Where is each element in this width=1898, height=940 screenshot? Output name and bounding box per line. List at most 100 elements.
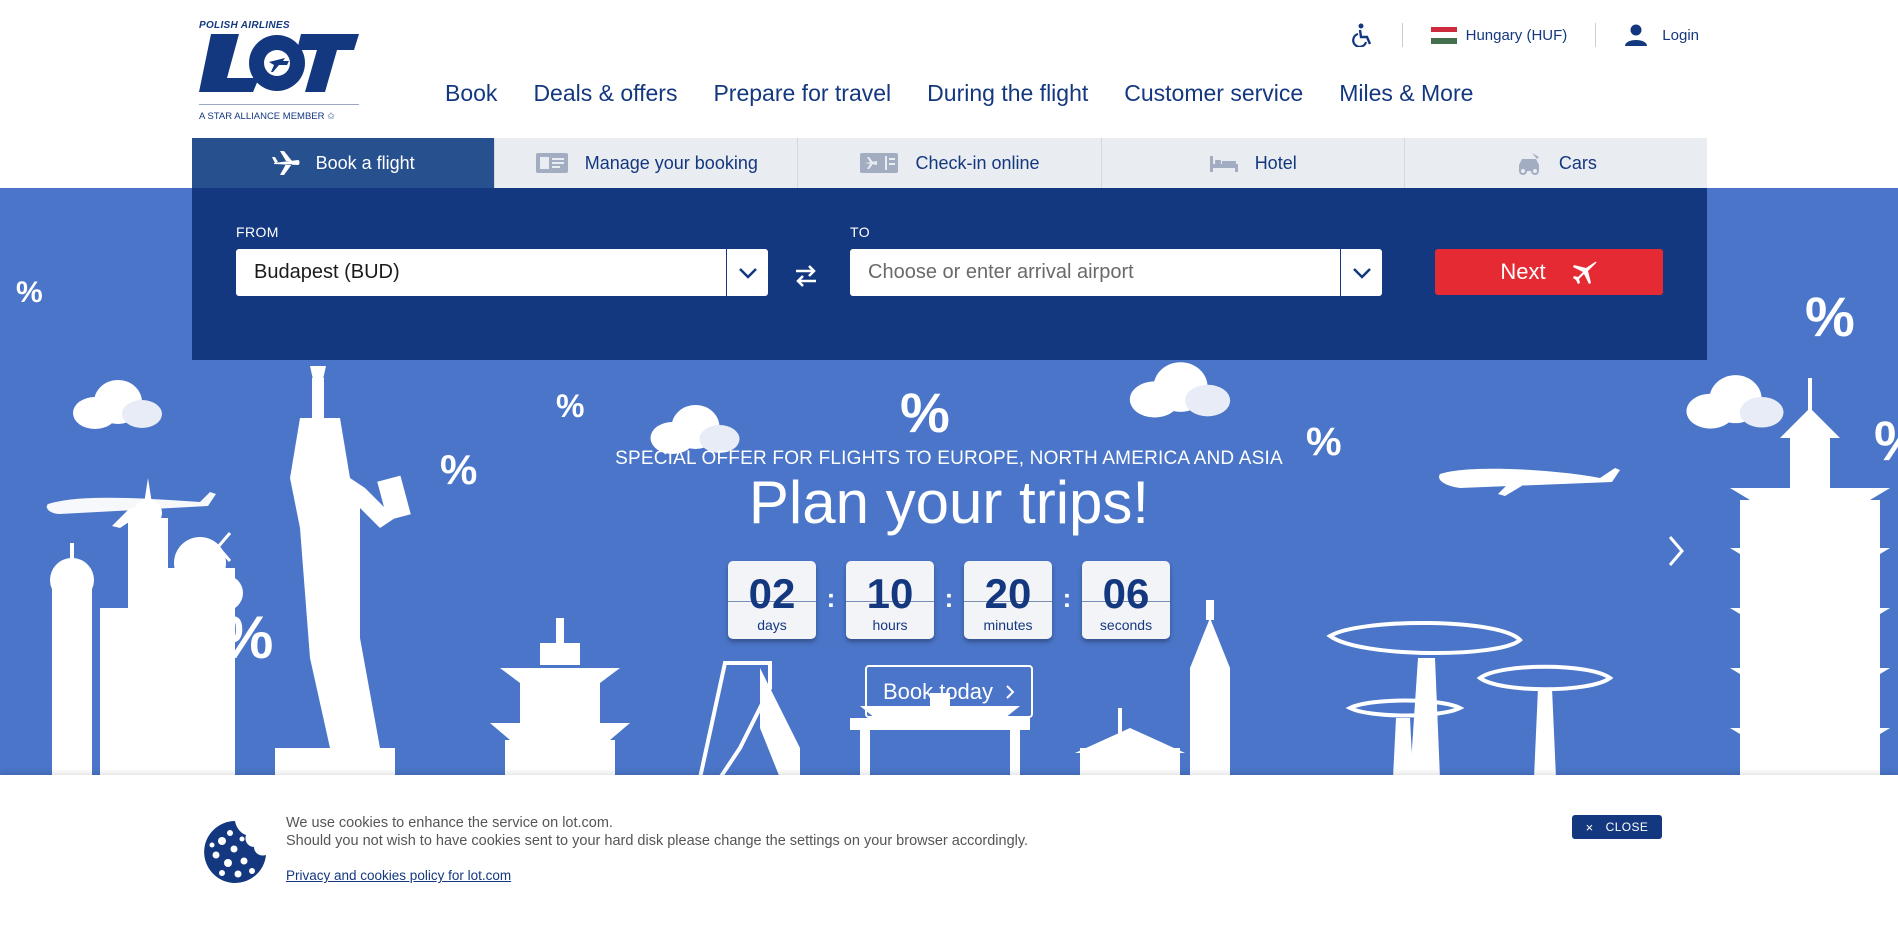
divider <box>728 601 816 602</box>
bed-icon <box>1209 154 1239 172</box>
tab-label: Hotel <box>1254 152 1297 173</box>
tab-hotel[interactable]: Hotel <box>1102 138 1405 188</box>
region-selector[interactable]: Hungary (HUF) <box>1430 26 1568 44</box>
countdown-minutes: 20 minutes <box>964 561 1052 639</box>
tab-cars[interactable]: Cars <box>1405 138 1707 188</box>
swap-airports-button[interactable] <box>792 262 820 295</box>
countdown-value: 06 <box>1102 570 1150 617</box>
countdown-separator: : <box>1062 583 1072 613</box>
from-label: FROM <box>236 224 279 240</box>
nav-during-the-flight[interactable]: During the flight <box>927 80 1088 107</box>
cookie-message: We use cookies to enhance the service on… <box>286 814 1028 850</box>
percent-decoration: % <box>16 276 43 309</box>
tab-check-in-online[interactable]: Check-in online <box>798 138 1102 188</box>
tab-label: Book a flight <box>315 152 415 173</box>
countdown-timer: 02 days : 10 hours : 20 minutes : 06 sec… <box>728 561 1170 639</box>
next-label: Next <box>1500 259 1546 284</box>
lot-logo[interactable]: POLISH AIRLINES A STAR ALLIANCE MEMBER ✩ <box>199 18 364 128</box>
logo-tagline: POLISH AIRLINES <box>199 20 290 31</box>
percent-decoration: % <box>900 381 950 444</box>
from-dropdown-button[interactable] <box>726 249 768 296</box>
cookie-line-2: Should you not wish to have cookies sent… <box>286 833 1029 849</box>
countdown-unit: seconds <box>1099 617 1153 633</box>
ticket-icon <box>535 152 569 174</box>
close-icon: × <box>1585 819 1594 835</box>
countdown-separator: : <box>826 583 836 613</box>
cloud-decoration <box>73 380 162 429</box>
nav-customer-service[interactable]: Customer service <box>1124 80 1303 107</box>
countdown-unit: hours <box>872 617 908 633</box>
swap-arrows-icon <box>796 265 816 287</box>
chevron-down-icon <box>1352 267 1371 279</box>
divider <box>846 601 934 602</box>
divider <box>1082 601 1170 602</box>
star-alliance-icon: ✩ <box>327 111 336 122</box>
divider <box>964 601 1052 602</box>
book-today-button[interactable]: Book today <box>865 665 1033 718</box>
cookie-icon <box>204 821 266 883</box>
countdown-separator: : <box>944 583 954 613</box>
to-placeholder: Choose or enter arrival airport <box>868 261 1134 283</box>
tab-label: Check-in online <box>915 152 1040 173</box>
countdown-value: 10 <box>866 570 914 617</box>
lot-wordmark-logo <box>199 34 359 92</box>
utility-bar: Hungary (HUF) Login <box>1351 20 1699 50</box>
site-header: POLISH AIRLINES A STAR ALLIANCE MEMBER ✩… <box>0 0 1898 138</box>
countdown-hours: 10 hours <box>846 561 934 639</box>
chevron-down-icon <box>738 267 757 279</box>
chevron-right-icon <box>1006 684 1015 699</box>
cloud-decoration <box>1686 375 1784 429</box>
car-icon <box>1515 151 1543 175</box>
chevron-right-icon <box>1668 536 1684 566</box>
privacy-policy-link[interactable]: Privacy and cookies policy for lot.com <box>286 868 511 883</box>
alliance-label: A STAR ALLIANCE MEMBER ✩ <box>199 104 359 122</box>
boarding-pass-icon <box>859 152 899 174</box>
cookie-close-button[interactable]: × CLOSE <box>1572 815 1662 839</box>
tab-manage-your-booking[interactable]: Manage your booking <box>495 138 799 188</box>
cookie-close-label: CLOSE <box>1605 820 1649 834</box>
plane-icon <box>271 151 300 175</box>
promo-title: Plan your trips! <box>748 469 1150 536</box>
chevron-left-icon <box>216 532 232 562</box>
from-value: Budapest (BUD) <box>254 261 400 283</box>
next-button[interactable]: Next <box>1435 249 1663 295</box>
divider <box>1401 23 1403 47</box>
tab-book-a-flight[interactable]: Book a flight <box>192 138 496 188</box>
countdown-days: 02 days <box>728 561 816 639</box>
plane-icon <box>1572 261 1597 284</box>
cloud-decoration <box>1129 362 1231 418</box>
percent-decoration: % <box>1805 285 1855 348</box>
countdown-unit: days <box>757 617 787 633</box>
to-label: TO <box>850 224 870 240</box>
carousel-next-button[interactable] <box>1666 534 1686 573</box>
wheelchair-icon <box>1351 23 1371 47</box>
accessibility-button[interactable] <box>1351 23 1374 47</box>
percent-decoration: % <box>556 388 585 424</box>
login-link[interactable]: Login <box>1624 24 1699 46</box>
tab-label: Manage your booking <box>584 152 758 173</box>
cookie-line-1: We use cookies to enhance the service on… <box>286 815 613 831</box>
user-icon <box>1625 24 1648 46</box>
nav-deals-offers[interactable]: Deals & offers <box>533 80 677 107</box>
cookie-banner: We use cookies to enhance the service on… <box>0 775 1898 940</box>
to-field[interactable]: Choose or enter arrival airport <box>850 249 1382 296</box>
nav-prepare-for-travel[interactable]: Prepare for travel <box>713 80 891 107</box>
book-today-label: Book today <box>882 678 994 704</box>
hungary-flag-icon <box>1430 26 1457 44</box>
countdown-seconds: 06 seconds <box>1082 561 1170 639</box>
main-navigation: Book Deals & offers Prepare for travel D… <box>445 80 1473 107</box>
nav-miles-more[interactable]: Miles & More <box>1339 80 1473 107</box>
nav-book[interactable]: Book <box>445 80 497 107</box>
carousel-prev-button[interactable] <box>214 530 234 569</box>
promo-subtitle: SPECIAL OFFER FOR FLIGHTS TO EUROPE, NOR… <box>615 448 1283 469</box>
to-dropdown-button[interactable] <box>1340 249 1382 296</box>
divider <box>1595 23 1597 47</box>
countdown-value: 02 <box>748 570 796 617</box>
percent-decoration: % <box>220 604 274 671</box>
from-field[interactable]: Budapest (BUD) <box>236 249 768 296</box>
region-label: Hungary (HUF) <box>1465 26 1568 44</box>
tab-label: Cars <box>1558 152 1597 173</box>
login-label: Login <box>1662 26 1699 44</box>
countdown-unit: minutes <box>983 617 1033 633</box>
booking-tabs: Book a flight Manage your booking Check-… <box>192 138 1707 188</box>
